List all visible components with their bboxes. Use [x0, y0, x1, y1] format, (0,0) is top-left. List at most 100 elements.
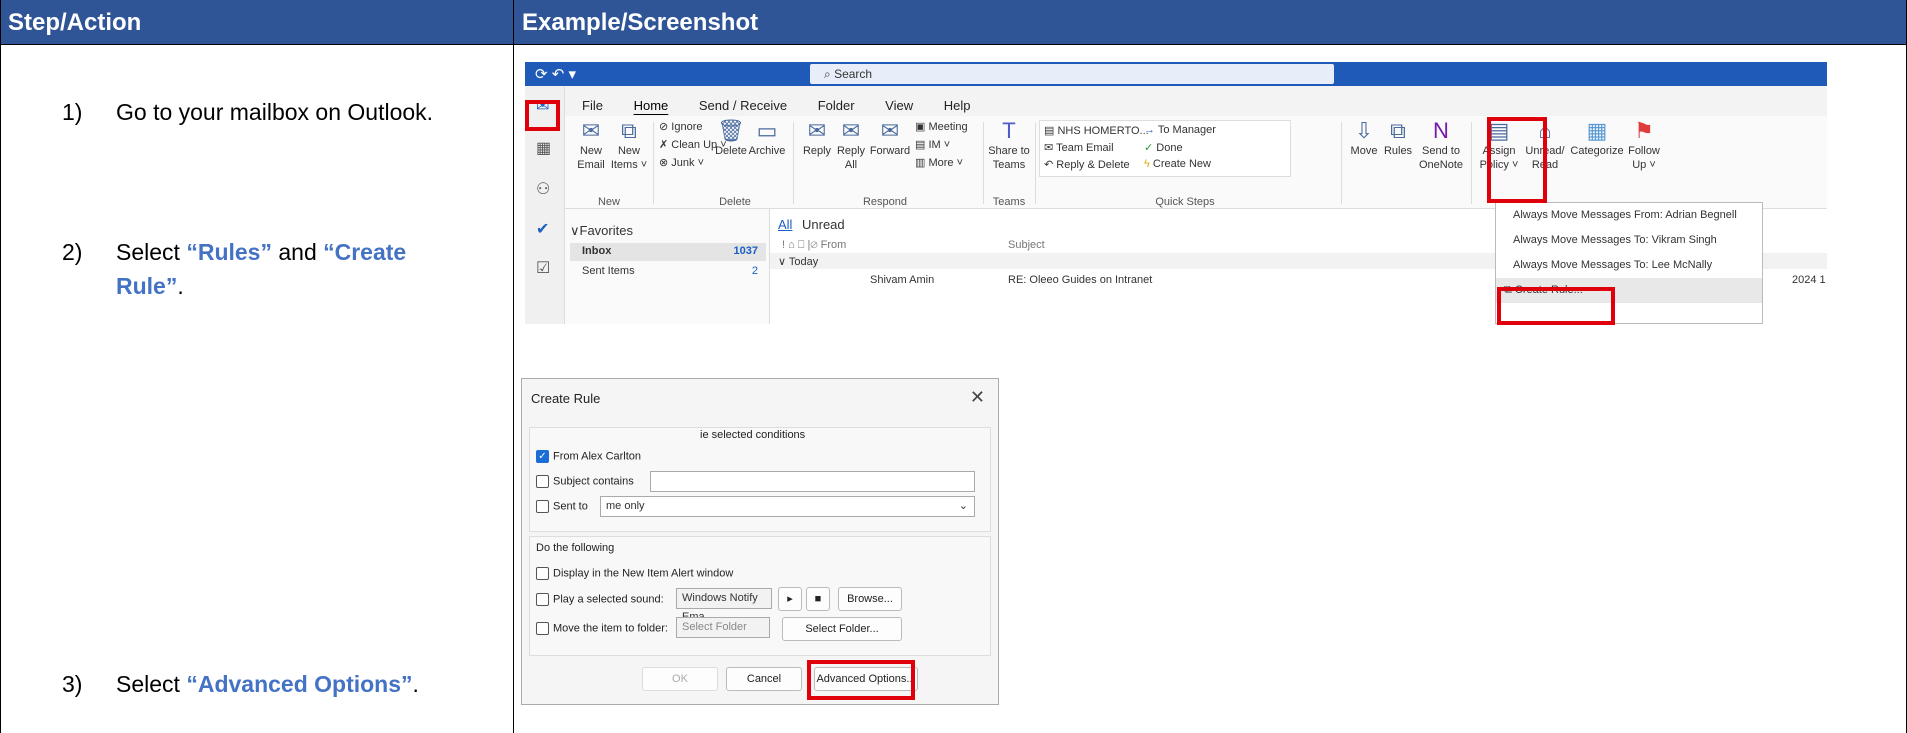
forward-icon: ✉ [880, 118, 900, 143]
folder-inbox[interactable]: Inbox 1037 [570, 243, 766, 261]
column-subject[interactable]: Subject [1008, 239, 1045, 251]
reply-button[interactable]: ✉ Reply [801, 118, 833, 158]
group-quick-steps: Quick Steps [1155, 196, 1215, 208]
group-new: New [597, 196, 620, 208]
close-icon[interactable]: ✕ [970, 387, 985, 408]
menu-help[interactable]: Help [944, 98, 971, 113]
delete-button[interactable]: 🗑 Delete [713, 118, 749, 158]
create-rule-dialog: Create Rule ✕ ie selected conditions ✓ Fr… [521, 378, 999, 705]
rules-menu-item[interactable]: Always Move Messages To: Vikram Singh [1496, 228, 1762, 253]
reply-icon: ✉ [807, 118, 827, 143]
folder-pane: ∨Favorites Inbox 1037 Sent Items 2 [565, 209, 770, 324]
search-input[interactable]: ⌕ Search [810, 64, 1334, 84]
more-button[interactable]: ▥ More ˅ [915, 156, 963, 169]
message-subject[interactable]: RE: Oleeo Guides on Intranet [1008, 274, 1152, 286]
junk-button[interactable]: ⊗ Junk ˅ [659, 156, 704, 169]
meeting-button[interactable]: ▣ Meeting [915, 120, 968, 133]
play-icon[interactable]: ▸ [778, 587, 802, 611]
group-delete: Delete [719, 196, 751, 208]
menu-file[interactable]: File [582, 98, 603, 113]
trash-icon: 🗑 [717, 118, 745, 143]
step-3: 3) Select “Advanced Options”. [62, 667, 482, 701]
ribbon: ✉ New Email ⧉ New Items ˅ ⊘ Ignore ✗ Clean… [565, 116, 1827, 209]
stop-icon[interactable]: ■ [806, 587, 830, 611]
message-from[interactable]: Shivam Amin [870, 274, 934, 286]
rules-button[interactable]: ⧉ Rules [1383, 118, 1413, 158]
menu-home[interactable]: Home [634, 98, 669, 113]
from-checkbox[interactable]: ✓ From Alex Carlton [536, 450, 641, 463]
rules-menu-item[interactable]: Always Move Messages To: Lee McNally [1496, 253, 1762, 278]
highlight-advanced-options [807, 660, 915, 700]
forward-button[interactable]: ✉ Forward [869, 118, 911, 158]
quick-step-create-new[interactable]: ϟ Create New [1144, 158, 1211, 170]
sent-to-select[interactable]: me only ⌄ [600, 496, 975, 517]
dialog-title: Create Rule [531, 391, 601, 406]
people-icon[interactable]: ⚇ [536, 179, 550, 199]
new-email-button[interactable]: ✉ New Email [573, 118, 609, 172]
send-to-onenote-button[interactable]: N Send to OneNote [1417, 118, 1465, 172]
group-today[interactable]: ∨ Today [778, 255, 818, 268]
sent-to-checkbox[interactable]: Sent to [536, 500, 588, 513]
header-example-screenshot: Example/Screenshot [514, 0, 1907, 45]
folder-sent-items[interactable]: Sent Items 2 [570, 263, 766, 281]
onenote-icon: N [1433, 118, 1449, 143]
search-icon: ⌕ [824, 67, 835, 81]
quick-step-to-manager[interactable]: → To Manager [1144, 124, 1216, 136]
menu-send-receive[interactable]: Send / Receive [699, 98, 787, 113]
folder-field[interactable]: Select Folder [676, 617, 770, 638]
move-button[interactable]: ⇩ Move [1349, 118, 1379, 158]
group-respond: Respond [862, 196, 908, 208]
conditions-group: ie selected conditions ✓ From Alex Carlto… [529, 427, 991, 532]
flag-icon: ⚑ [1634, 118, 1654, 143]
rules-highlight: “Rules” [186, 239, 272, 265]
reply-all-icon: ✉ [841, 118, 861, 143]
categorize-button[interactable]: ▦ Categorize [1569, 118, 1625, 158]
quick-steps-gallery: ▤ NHS HOMERTO... ✉ Team Email ↶ Reply & … [1039, 120, 1291, 177]
quick-step-nhs[interactable]: ▤ NHS HOMERTO... [1044, 124, 1149, 137]
sound-field[interactable]: Windows Notify Ema [676, 588, 772, 623]
actions-group: Do the following Display in the New Item… [529, 536, 991, 656]
subject-contains-input[interactable] [650, 471, 975, 492]
categorize-icon: ▦ [1586, 118, 1608, 143]
share-to-teams-button[interactable]: T Share to Teams [987, 118, 1031, 172]
menu-view[interactable]: View [885, 98, 913, 113]
quick-step-reply-delete[interactable]: ↶ Reply & Delete [1044, 158, 1130, 171]
follow-up-button[interactable]: ⚑ Follow Up ˅ [1625, 118, 1663, 172]
subject-contains-checkbox[interactable]: Subject contains [536, 475, 634, 488]
favorites-header[interactable]: ∨Favorites [570, 223, 633, 239]
ok-button[interactable]: OK [642, 667, 718, 691]
move-icon: ⇩ [1354, 118, 1374, 143]
group-teams: Teams [992, 196, 1026, 208]
ribbon-menu: File Home Send / Receive Folder View Hel… [582, 98, 998, 114]
sync-icon[interactable]: ⟳ ↶ ▾ [535, 65, 576, 83]
quick-step-done[interactable]: ✓ Done [1144, 141, 1183, 154]
checkbox-checked-icon: ✓ [536, 450, 549, 463]
message-date: 2024 1 [1792, 274, 1826, 286]
im-button[interactable]: ▤ IM ˅ [915, 138, 950, 151]
outlook-titlebar: ⟳ ↶ ▾ ⌕ Search [525, 62, 1827, 86]
menu-folder[interactable]: Folder [818, 98, 855, 113]
tasks-icon[interactable]: ✔ [536, 219, 549, 239]
tab-all[interactable]: All [778, 217, 792, 232]
browse-button[interactable]: Browse... [838, 587, 902, 611]
ignore-button[interactable]: ⊘ Ignore [659, 120, 702, 133]
chevron-down-icon: ⌄ [958, 500, 968, 512]
move-to-folder-checkbox[interactable]: Move the item to folder: [536, 622, 668, 635]
cancel-button[interactable]: Cancel [726, 667, 802, 691]
tab-unread[interactable]: Unread [802, 217, 845, 232]
select-folder-button[interactable]: Select Folder... [782, 617, 902, 641]
rules-menu-item[interactable]: Always Move Messages From: Adrian Begnel… [1496, 203, 1762, 228]
archive-button[interactable]: ▭ Archive [747, 118, 787, 158]
step-1: 1) Go to your mailbox on Outlook. [62, 95, 482, 129]
play-sound-checkbox[interactable]: Play a selected sound: [536, 593, 664, 606]
column-from[interactable]: ! ⌂ ⎕ |⌀ From [782, 239, 846, 252]
step-text: Go to your mailbox on Outlook. [116, 99, 434, 125]
step-number: 3) [62, 671, 83, 697]
notes-icon[interactable]: ☑ [536, 258, 550, 278]
advanced-options-highlight: “Advanced Options” [186, 671, 413, 697]
new-items-button[interactable]: ⧉ New Items ˅ [609, 118, 649, 172]
display-alert-checkbox[interactable]: Display in the New Item Alert window [536, 567, 733, 580]
quick-step-team-email[interactable]: ✉ Team Email [1044, 141, 1114, 154]
reply-all-button[interactable]: ✉ Reply All [833, 118, 869, 172]
calendar-icon[interactable]: ▦ [536, 138, 551, 158]
